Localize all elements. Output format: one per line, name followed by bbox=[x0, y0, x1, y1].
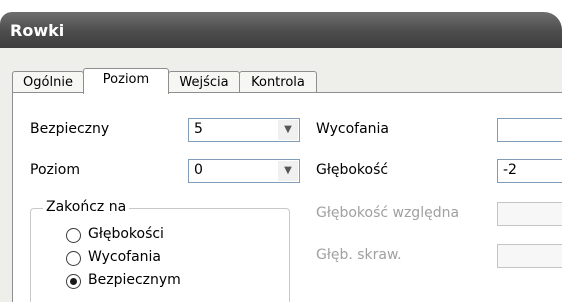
depth-input[interactable]: -2 bbox=[497, 159, 562, 183]
tab-label: Wejścia bbox=[179, 75, 229, 90]
tab-label: Ogólnie bbox=[23, 75, 73, 90]
radio-safe-label[interactable]: Bezpiecznym bbox=[88, 272, 181, 288]
level-label: Poziom bbox=[30, 162, 80, 178]
tab-kontrola[interactable]: Kontrola bbox=[239, 71, 317, 93]
relative-depth-input bbox=[497, 202, 562, 226]
depth-value: -2 bbox=[503, 162, 517, 178]
chevron-down-icon[interactable]: ▼ bbox=[278, 161, 298, 181]
tab-poziom[interactable]: Poziom bbox=[83, 68, 169, 94]
safe-value: 5 bbox=[194, 121, 203, 137]
tab-wejscia[interactable]: Wejścia bbox=[168, 71, 240, 93]
finish-group-caption: Zakończ na bbox=[43, 199, 130, 215]
radio-depth[interactable] bbox=[66, 228, 81, 243]
radio-retract-label[interactable]: Wycofania bbox=[88, 249, 161, 265]
retract-label: Wycofania bbox=[316, 121, 389, 137]
dialog-window: Rowki Ogólnie Poziom Wejścia Kontrola Be… bbox=[0, 0, 562, 302]
safe-combo[interactable]: 5 ▼ bbox=[188, 118, 300, 142]
radio-depth-label[interactable]: Głębokości bbox=[88, 226, 164, 242]
safe-label: Bezpieczny bbox=[30, 121, 110, 137]
level-value: 0 bbox=[194, 162, 203, 178]
retract-input[interactable] bbox=[497, 118, 562, 142]
radio-safe[interactable] bbox=[66, 274, 81, 289]
depth-label: Głębokość bbox=[316, 162, 389, 178]
cut-depth-label: Głęb. skraw. bbox=[316, 247, 402, 263]
cut-depth-input bbox=[497, 244, 562, 268]
radio-retract[interactable] bbox=[66, 251, 81, 266]
tab-label: Kontrola bbox=[251, 75, 305, 90]
level-combo[interactable]: 0 ▼ bbox=[188, 159, 300, 183]
relative-depth-label: Głębokość względna bbox=[316, 205, 460, 221]
window-title: Rowki bbox=[10, 21, 65, 40]
tab-ogolnie[interactable]: Ogólnie bbox=[12, 71, 84, 93]
chevron-down-icon[interactable]: ▼ bbox=[278, 120, 298, 140]
tab-label: Poziom bbox=[102, 72, 150, 87]
title-bar[interactable]: Rowki bbox=[0, 12, 562, 48]
